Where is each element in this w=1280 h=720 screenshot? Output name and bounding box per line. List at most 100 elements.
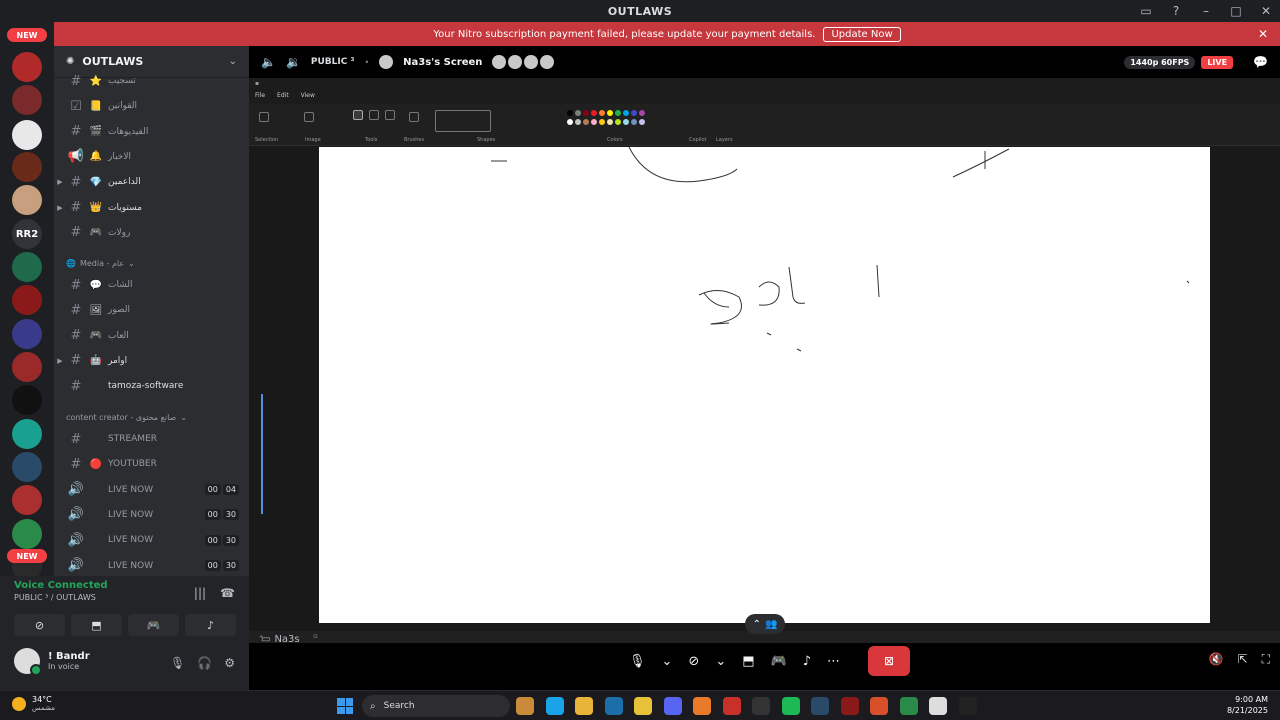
new-badge-bottom[interactable]: NEW: [7, 549, 47, 563]
category-content-creator[interactable]: content creator - صانع محتوى ⌄: [66, 413, 187, 422]
weather-widget[interactable]: 34°C مشمس: [12, 695, 55, 712]
steam-icon[interactable]: [604, 697, 623, 715]
banner-close-icon[interactable]: ✕: [1258, 27, 1268, 41]
hash-icon: #: [70, 328, 82, 344]
close-window-icon[interactable]: ✕: [1258, 3, 1274, 19]
help-icon[interactable]: ?: [1168, 3, 1184, 19]
edge-icon[interactable]: [545, 697, 564, 715]
server-icon[interactable]: [12, 252, 42, 282]
text-channel[interactable]: # 🖼 الصور: [54, 299, 249, 321]
text-channel[interactable]: 📢 🔔 الاخبار: [54, 146, 249, 168]
taskbar-search[interactable]: ⌕ Search: [362, 695, 510, 717]
app-icon[interactable]: [722, 697, 741, 715]
server-icon[interactable]: RR2: [12, 219, 42, 249]
soundboard-button[interactable]: ♪: [185, 614, 236, 636]
channel-emoji-icon: 🎬: [89, 126, 103, 138]
server-icon[interactable]: [12, 419, 42, 449]
camera-button[interactable]: ⊘: [688, 654, 699, 669]
voice-signal-icon[interactable]: |||: [194, 586, 206, 600]
username: ! Bandr: [48, 651, 90, 662]
speaker-icon[interactable]: 🔈: [261, 55, 276, 69]
category-media[interactable]: 🌐 Media - عام ⌄: [66, 259, 135, 268]
text-channel[interactable]: ▶ # 👑 مستويات: [54, 197, 249, 219]
text-channel[interactable]: # 💬 الشات: [54, 274, 249, 296]
soundboard-control[interactable]: ♪: [803, 654, 811, 669]
voice-channel[interactable]: 🔊 LIVE NOW 00 04: [54, 479, 249, 501]
app-icon[interactable]: [929, 697, 947, 715]
app-icon[interactable]: [958, 697, 977, 715]
server-icon[interactable]: [12, 152, 42, 182]
text-channel[interactable]: # 🎮 العاب: [54, 325, 249, 347]
server-icon[interactable]: [12, 319, 42, 349]
disconnect-icon[interactable]: ☎: [220, 586, 235, 600]
text-channel[interactable]: # 🎮 رولات: [54, 222, 249, 244]
text-channel[interactable]: # 🎬 الفيديوهات: [54, 121, 249, 143]
server-icon[interactable]: [12, 185, 42, 215]
excel-icon[interactable]: [899, 697, 918, 715]
widgets-app-icon[interactable]: [516, 697, 534, 715]
new-badge-top[interactable]: NEW: [7, 28, 47, 42]
text-channel[interactable]: # tamoza-software: [54, 375, 249, 397]
camera-options-chevron-icon[interactable]: ⌄: [715, 654, 726, 669]
text-channel[interactable]: # 🔴 YOUTUBER: [54, 453, 249, 475]
voice-channel[interactable]: 🔊 LIVE NOW 00 30: [54, 555, 249, 577]
voice-channel[interactable]: 🔊 LIVE NOW 00 30: [54, 529, 249, 551]
settings-gear-icon[interactable]: ⚙: [224, 656, 235, 670]
mic-options-chevron-icon[interactable]: ⌄: [662, 654, 673, 669]
app-icon[interactable]: [752, 697, 770, 715]
fullscreen-icon[interactable]: ⛶: [1262, 652, 1270, 667]
voice-panel: Voice Connected PUBLIC ³ / OUTLAWS ||| ☎…: [0, 576, 249, 690]
activities-control[interactable]: 🎮: [771, 654, 787, 669]
server-icon[interactable]: [12, 120, 42, 150]
brave-icon[interactable]: [870, 697, 888, 715]
voice-channel-link[interactable]: PUBLIC ³ / OUTLAWS: [14, 593, 108, 602]
server-icon[interactable]: [12, 52, 42, 82]
maximize-icon[interactable]: □: [1228, 3, 1244, 19]
popout-icon[interactable]: ⇱: [1238, 652, 1248, 667]
expand-controls-button[interactable]: ⌃ 👥: [745, 614, 785, 634]
stop-streaming-button[interactable]: ⊠: [868, 646, 911, 676]
channel-emoji-icon: 🖼: [89, 304, 103, 316]
text-channel[interactable]: ☑ 📒 القوانين: [54, 95, 249, 117]
update-now-button[interactable]: Update Now: [823, 26, 901, 42]
server-icon[interactable]: [12, 452, 42, 482]
app-icon[interactable]: [693, 697, 711, 715]
screen-share-control[interactable]: ⬒: [742, 654, 754, 669]
server-icon[interactable]: [12, 352, 42, 382]
server-icon[interactable]: [12, 485, 42, 515]
text-channel[interactable]: ▶ # 💎 الداعمين: [54, 171, 249, 193]
color-swatch: [615, 119, 621, 125]
server-icon[interactable]: [12, 85, 42, 115]
mic-button[interactable]: 🎙: [629, 654, 646, 669]
file-explorer-icon[interactable]: [634, 697, 652, 715]
text-channel[interactable]: # STREAMER: [54, 428, 249, 450]
taskbar-clock[interactable]: 9:00 AM 8/21/2025: [1227, 695, 1268, 715]
start-button[interactable]: [337, 698, 353, 714]
mute-stream-icon[interactable]: 🔇: [1209, 652, 1224, 667]
channel-emoji-icon: 🤖: [89, 355, 103, 367]
spotify-icon[interactable]: [781, 697, 800, 715]
server-icon[interactable]: [12, 519, 42, 549]
user-area[interactable]: ! Bandr In voice: [14, 648, 90, 676]
chrome-icon[interactable]: [575, 697, 593, 715]
minimize-icon[interactable]: –: [1198, 3, 1214, 19]
activity-button[interactable]: 🎮: [128, 614, 179, 636]
mic-icon[interactable]: 🎙: [170, 656, 185, 670]
headphones-icon[interactable]: 🎧: [197, 656, 212, 670]
more-options-icon[interactable]: ⋯: [827, 654, 840, 669]
camera-off-button[interactable]: ⊘: [14, 614, 65, 636]
discord-icon[interactable]: [663, 697, 682, 715]
server-icon[interactable]: [12, 385, 42, 415]
text-channel[interactable]: # ⭐ تسجيب: [54, 70, 249, 92]
steam-icon[interactable]: [811, 697, 829, 715]
screen-share-button[interactable]: ⬒: [71, 614, 122, 636]
text-channel[interactable]: ▶ # 🤖 اوامر: [54, 350, 249, 372]
viewer-avatars[interactable]: [492, 55, 555, 69]
volume-icon[interactable]: 🔉: [286, 55, 301, 69]
app-icon[interactable]: [840, 697, 859, 715]
server-icon[interactable]: [12, 285, 42, 315]
chat-icon[interactable]: 💬: [1253, 55, 1268, 69]
inbox-icon[interactable]: ▭: [1138, 3, 1154, 19]
stream-screen-name: Na3s's Screen: [403, 56, 483, 68]
voice-channel[interactable]: 🔊 LIVE NOW 00 30: [54, 504, 249, 526]
